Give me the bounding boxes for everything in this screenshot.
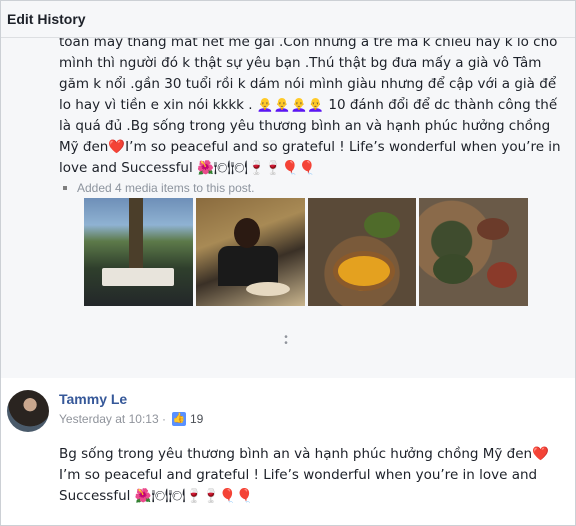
- post-meta: Yesterday at 10:13 · 👍 19: [59, 412, 203, 426]
- thumbs-up-icon: 👍: [171, 412, 186, 426]
- media-photo-2[interactable]: [195, 198, 305, 306]
- photo-soup-bowl: [337, 256, 390, 286]
- photo-face: [233, 218, 260, 248]
- dialog-title-text: Edit History: [7, 11, 86, 27]
- photo-bowl-2: [433, 254, 474, 284]
- photo-table: [102, 268, 174, 286]
- photo-greens: [363, 212, 400, 238]
- current-post-text: Bg sống trong yêu thương bình an và hạnh…: [59, 446, 549, 504]
- bullet-icon: [63, 186, 67, 190]
- dialog-title: Edit History: [1, 1, 575, 38]
- photo-bowl-3: [487, 262, 518, 288]
- like-count[interactable]: 19: [190, 412, 203, 426]
- edit-history-dialog: Edit History toàn mấy tháng mất hết me g…: [0, 0, 576, 526]
- photo-plate: [245, 282, 290, 296]
- photo-bowl-1: [477, 218, 510, 240]
- timestamp[interactable]: Yesterday at 10:13 ·: [59, 412, 166, 426]
- history-entry-previous: toàn mấy tháng mất hết me gái .Con những…: [1, 38, 575, 378]
- history-scroll-area[interactable]: toàn mấy tháng mất hết me gái .Con những…: [1, 38, 575, 525]
- author-name[interactable]: Tammy Le: [59, 391, 127, 407]
- media-photo-3[interactable]: [307, 198, 417, 306]
- photo-person: [217, 246, 278, 286]
- avatar[interactable]: [7, 390, 49, 432]
- previous-post-text: toàn mấy tháng mất hết me gái .Con những…: [59, 38, 561, 176]
- history-entry-current: Tammy Le Yesterday at 10:13 · 👍 19 Bg số…: [1, 378, 575, 525]
- separator-dots-icon: • •: [284, 332, 288, 349]
- media-photo-1[interactable]: [84, 198, 193, 306]
- media-added-note-text: Added 4 media items to this post.: [77, 181, 255, 195]
- media-added-note: Added 4 media items to this post.: [63, 181, 254, 195]
- media-grid: [84, 198, 528, 306]
- media-photo-4[interactable]: [419, 198, 528, 306]
- photo-tree: [129, 198, 143, 278]
